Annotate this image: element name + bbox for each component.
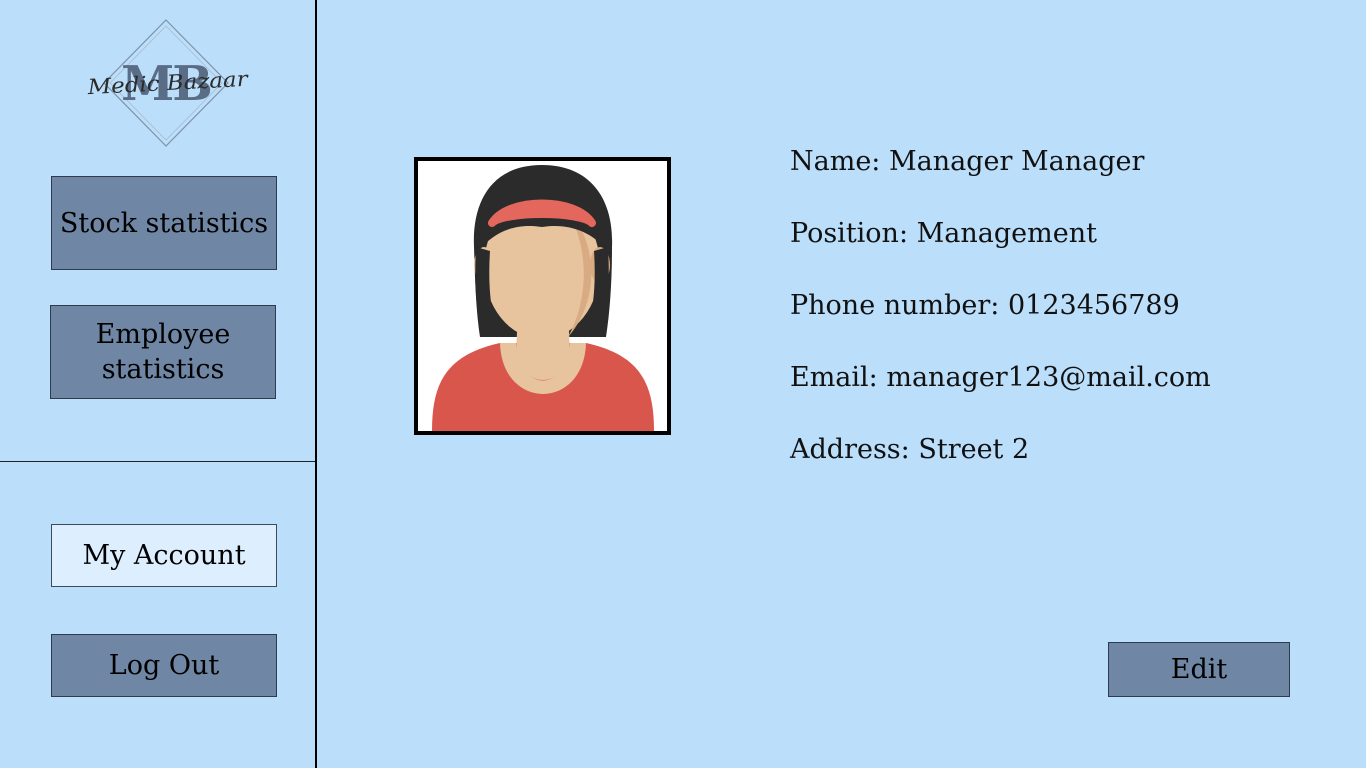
- my-account-label: My Account: [82, 540, 246, 571]
- my-account-button[interactable]: My Account: [51, 524, 277, 587]
- profile-avatar: [414, 157, 671, 435]
- log-out-button[interactable]: Log Out: [51, 634, 277, 697]
- sidebar: MB Medic Bazaar Stock statistics Employe…: [0, 0, 317, 768]
- log-out-label: Log Out: [108, 650, 220, 681]
- edit-button-label: Edit: [1170, 654, 1228, 685]
- profile-email: Email: manager123@mail.com: [790, 362, 1211, 393]
- stock-statistics-button[interactable]: Stock statistics: [51, 176, 277, 270]
- female-avatar-icon: [432, 165, 654, 431]
- profile-details: Name: Manager Manager Position: Manageme…: [790, 140, 1350, 500]
- edit-button[interactable]: Edit: [1108, 642, 1290, 697]
- logo-script-text: Medic Bazaar: [86, 67, 250, 100]
- brand-logo: MB Medic Bazaar: [84, 18, 250, 148]
- stock-statistics-label: Stock statistics: [59, 207, 269, 239]
- employee-statistics-label: Employee statistics: [95, 319, 231, 385]
- profile-position: Position: Management: [790, 218, 1097, 249]
- profile-name: Name: Manager Manager: [790, 146, 1145, 177]
- profile-phone: Phone number: 0123456789: [790, 290, 1180, 321]
- employee-statistics-button[interactable]: Employee statistics: [50, 305, 276, 399]
- profile-address: Address: Street 2: [790, 434, 1030, 465]
- sidebar-divider: [0, 461, 315, 462]
